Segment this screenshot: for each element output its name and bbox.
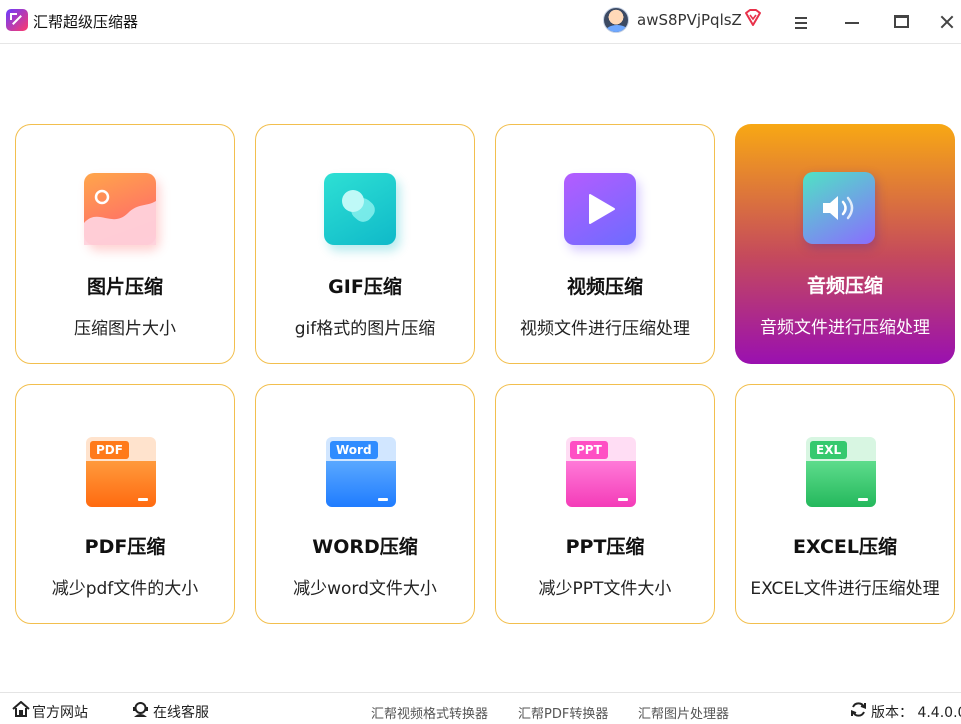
card-desc: 减少word文件大小: [293, 579, 437, 599]
minimize-icon[interactable]: [838, 8, 866, 36]
online-service-link[interactable]: 在线客服: [153, 702, 209, 722]
home-icon[interactable]: [12, 701, 30, 717]
app-logo-icon: [6, 9, 28, 31]
speaker-icon: [803, 172, 875, 244]
version-label: 版本： 4.4.0.0: [871, 705, 961, 721]
user-avatar[interactable]: [603, 7, 629, 33]
card-desc: 减少PPT文件大小: [538, 579, 672, 599]
card-ppt-compress[interactable]: PPT PPT压缩 减少PPT文件大小: [495, 384, 715, 624]
official-website-link[interactable]: 官方网站: [32, 702, 88, 722]
pdf-file-icon: PDF: [84, 433, 156, 507]
card-title: PPT压缩: [565, 536, 645, 558]
image-icon: [84, 173, 156, 245]
title-bar: 汇帮超级压缩器 awS8PVjPqlsZ: [0, 0, 961, 44]
card-title: 音频压缩: [806, 275, 883, 297]
card-title: 视频压缩: [566, 276, 643, 298]
card-excel-compress[interactable]: EXL EXCEL压缩 EXCEL文件进行压缩处理: [735, 384, 955, 624]
username-label[interactable]: awS8PVjPqlsZ: [637, 11, 742, 29]
video-converter-link[interactable]: 汇帮视频格式转换器: [371, 703, 488, 722]
app-title: 汇帮超级压缩器: [33, 13, 139, 31]
vip-icon[interactable]: [744, 9, 762, 27]
card-pdf-compress[interactable]: PDF PDF压缩 减少pdf文件的大小: [15, 384, 235, 624]
close-icon[interactable]: [933, 8, 961, 36]
file-badge: EXL: [810, 441, 848, 459]
card-desc: 音频文件进行压缩处理: [760, 318, 930, 338]
footer-bar: 官方网站 在线客服 汇帮视频格式转换器 汇帮PDF转换器 汇帮图片处理器 版本：…: [0, 692, 961, 724]
card-desc: 减少pdf文件的大小: [51, 579, 199, 599]
ppt-file-icon: PPT: [564, 433, 636, 507]
card-desc: EXCEL文件进行压缩处理: [750, 579, 940, 599]
card-title: 图片压缩: [86, 276, 163, 298]
video-play-icon: [564, 173, 636, 245]
card-word-compress[interactable]: Word WORD压缩 减少word文件大小: [255, 384, 475, 624]
card-desc: 压缩图片大小: [74, 319, 176, 339]
gif-icon: [324, 173, 396, 245]
card-image-compress[interactable]: 图片压缩 压缩图片大小: [15, 124, 235, 364]
file-badge: PPT: [570, 441, 608, 459]
card-audio-compress[interactable]: 音频压缩 音频文件进行压缩处理: [735, 124, 955, 364]
customer-service-icon[interactable]: [132, 701, 149, 718]
file-badge: Word: [330, 441, 378, 459]
image-processor-link[interactable]: 汇帮图片处理器: [638, 703, 729, 722]
file-badge: PDF: [90, 441, 129, 459]
excel-file-icon: EXL: [804, 433, 876, 507]
menu-icon[interactable]: [787, 8, 815, 36]
card-desc: gif格式的图片压缩: [294, 319, 436, 339]
pdf-converter-link[interactable]: 汇帮PDF转换器: [518, 703, 608, 722]
card-title: EXCEL压缩: [793, 536, 897, 558]
card-desc: 视频文件进行压缩处理: [520, 319, 690, 339]
card-title: PDF压缩: [84, 536, 166, 558]
card-title: WORD压缩: [312, 536, 418, 558]
card-title: GIF压缩: [328, 276, 402, 298]
refresh-icon[interactable]: [850, 701, 867, 718]
word-file-icon: Word: [324, 433, 396, 507]
maximize-icon[interactable]: [887, 8, 915, 36]
card-video-compress[interactable]: 视频压缩 视频文件进行压缩处理: [495, 124, 715, 364]
card-gif-compress[interactable]: GIF压缩 gif格式的图片压缩: [255, 124, 475, 364]
